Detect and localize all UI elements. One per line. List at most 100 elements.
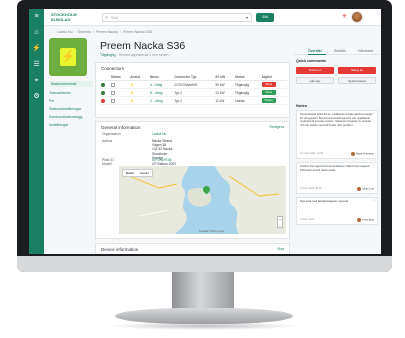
status-cell [100, 88, 110, 97]
map-tab-map[interactable]: Karta [123, 170, 137, 176]
note-text: Kunden har rapporterat att kortläsaren i… [300, 165, 371, 172]
connector-action-button[interactable]: Starta [261, 90, 276, 95]
info-label: Modell [102, 162, 112, 166]
info-label: Organisation [102, 132, 121, 136]
note-author: Anna Berg [357, 217, 374, 222]
charger-icon: ⚡ [60, 48, 76, 66]
home-icon[interactable]: ⌂ [29, 25, 44, 41]
connector-name[interactable]: B - Uttag [148, 88, 174, 97]
breadcrumb-separator-icon: › [74, 30, 76, 34]
settings-icon[interactable]: ⚙ [29, 89, 44, 105]
connector-action-button[interactable]: Stoppa [261, 98, 276, 103]
sidebar-item[interactable]: Stationsinställningar [49, 107, 93, 111]
status-dot-icon [101, 98, 105, 103]
menu-icon[interactable]: ≡ [29, 9, 44, 25]
search-button[interactable]: Sök [256, 13, 274, 22]
table-row[interactable]: ⚡ A - Uttag CCS/CHAdeMO 50 kW Tillgänglig Sta… [100, 80, 287, 89]
breadcrumb-item: Preem Nacka S36 [122, 30, 153, 34]
row-checkbox[interactable] [110, 98, 115, 103]
tab-overview[interactable]: Översikt [308, 49, 322, 53]
status-badge: Tillgänglig [100, 53, 116, 57]
action-cell: Starta [260, 80, 287, 89]
active-tab-indicator [308, 54, 326, 55]
bell-icon[interactable]: ✳ [342, 13, 347, 20]
close-icon[interactable]: × [373, 198, 375, 203]
plug-cell: ⚡ [129, 80, 149, 89]
connector-power: 11 kW [214, 96, 234, 105]
last-updated: Senast uppdaterad 2 min sedan [118, 53, 169, 57]
note-text: Nytt avtal med fastighetsägaren signerat… [300, 200, 349, 203]
table-row[interactable]: ⚡ C - Uttag Typ 2 11 kW Laddar Stoppa [100, 96, 287, 105]
connector-status: Tillgänglig [233, 88, 261, 97]
sidebar-item[interactable]: Transaktioner [49, 91, 93, 95]
action-cell: Stoppa [260, 96, 287, 105]
sync-button[interactable]: Synkronisera [338, 77, 376, 84]
connectors-table: Status Anslut Namn Connector Typ Ef. kW Statu… [100, 74, 287, 105]
note-card[interactable]: × Nytt avtal med fastighetsägaren signera… [296, 197, 378, 225]
row-checkbox[interactable] [110, 90, 115, 95]
shutdown-button[interactable]: Stäng av [338, 67, 376, 74]
plug-cell: ⚡ [129, 88, 149, 97]
connector-action-button[interactable]: Starta [261, 82, 276, 87]
select-cell [109, 88, 130, 97]
restart-button[interactable]: Starta om [296, 67, 334, 74]
general-info-card: General information Redigera Organisatio… [95, 121, 290, 239]
station-sidebar: ⚡ Stationsöversikt Transaktioner Fel Statio… [49, 38, 93, 254]
connector-name[interactable]: A - Uttag [148, 80, 174, 89]
note-timestamp: 12 mars 2024, 14:32 [300, 152, 323, 156]
note-card[interactable]: × Kunden har rapporterat att kortläsaren … [296, 162, 378, 194]
tab-events[interactable]: Händelser [358, 49, 373, 53]
status-dot-icon [101, 90, 105, 95]
app-logo[interactable]: STOCKHOLM ELBOLAG [51, 12, 81, 22]
map-icon[interactable]: ⌖ [29, 73, 44, 89]
sidebar-item[interactable]: Kommunikationslogg [49, 115, 93, 119]
monitor-stand-neck [172, 272, 234, 312]
tab-statistics[interactable]: Statistik [334, 49, 346, 53]
connector-name[interactable]: C - Uttag [148, 96, 174, 105]
location-map[interactable]: Karta Satellit + − Kartdata ©2024 Google [119, 166, 286, 234]
connector-type: CCS/CHAdeMO [173, 80, 215, 89]
action-cell: Starta [260, 88, 287, 97]
nav-rail: ≡ ⌂ ⚡ ☰ ⌖ ⚙ [29, 9, 44, 254]
breadcrumb-item[interactable]: Stations [78, 30, 91, 34]
close-icon[interactable]: × [373, 111, 375, 116]
close-icon[interactable]: × [373, 163, 375, 168]
connector-type: Typ 2 [173, 88, 215, 97]
select-cell [109, 96, 130, 105]
sidebar-item[interactable]: Stationsöversikt [49, 81, 93, 87]
status-cell [100, 96, 110, 105]
device-info-title: Device information [101, 247, 139, 252]
unlock-button[interactable]: Lås upp [296, 77, 334, 84]
status-cell [100, 80, 110, 89]
plug-cell: ⚡ [129, 96, 149, 105]
map-zoom-control[interactable]: + − [277, 216, 283, 228]
monitor-chin [17, 256, 392, 272]
note-author: Johan Lind [356, 186, 374, 191]
sidebar-item[interactable]: Inställningar [49, 123, 93, 127]
map-tab-satellite[interactable]: Satellit [137, 170, 152, 176]
map-type-tabs: Karta Satellit [122, 169, 153, 177]
breadcrumb-item[interactable]: Ladda Nu [57, 30, 73, 34]
note-author-name: Maria Svensson [356, 152, 374, 156]
status-dot-icon [101, 82, 105, 87]
sidebar-item[interactable]: Fel [49, 99, 93, 103]
avatar[interactable] [351, 11, 363, 23]
map-attribution: Kartdata ©2024 Google [199, 230, 225, 233]
info-value[interactable]: Ladda Nu [152, 132, 166, 136]
search-icon: ⚲ [105, 15, 108, 20]
connectors-title: Connectors [101, 66, 125, 71]
notes-title: Notes [296, 103, 308, 108]
plug-icon[interactable]: ⚡ [29, 41, 44, 57]
note-card[interactable]: × Servicebesök 2024-03-12. Laddpunkt A ha… [296, 110, 378, 159]
info-value: Nacka Strand Vägen 36 131 52 Nacka Stock… [152, 139, 173, 160]
device-more-link[interactable]: Visa [277, 247, 284, 251]
connector-status: Tillgänglig [233, 80, 261, 89]
monitor-screen: ≡ ⌂ ⚡ ☰ ⌖ ⚙ STOCKHOLM ELBOLAG ⚲ Sök ▾ Sök ✳ L… [29, 9, 381, 254]
edit-link[interactable]: Redigera [269, 125, 284, 129]
table-row[interactable]: ⚡ B - Uttag Typ 2 22 kW Tillgänglig Starta [100, 88, 287, 97]
row-checkbox[interactable] [110, 82, 115, 87]
chart-icon[interactable]: ☰ [29, 57, 44, 73]
search-input[interactable]: ⚲ Sök ▾ [102, 13, 252, 22]
breadcrumb-item[interactable]: Preem Nacka [96, 30, 118, 34]
chevron-down-icon[interactable]: ▾ [246, 15, 248, 20]
